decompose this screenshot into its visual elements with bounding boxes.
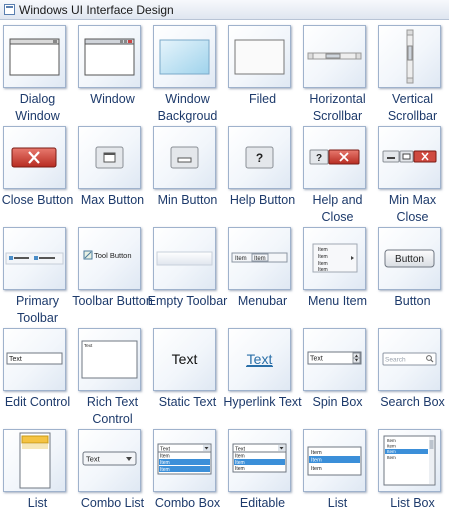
shape-combo-list[interactable]: Text Combo List	[75, 427, 150, 528]
shape-menubar[interactable]: Item Item Menubar	[225, 225, 300, 326]
help-button-icon: ?	[228, 126, 291, 189]
spin-box-icon: Text	[303, 328, 366, 391]
editable-combo-icon: Text Item Item Item	[228, 429, 291, 492]
shape-rich-text-control[interactable]: Text Rich Text Control	[75, 326, 150, 427]
edit-control-icon: Text	[3, 328, 66, 391]
svg-text:Text: Text	[172, 351, 198, 367]
shape-hyperlink-text[interactable]: Text Hyperlink Text	[223, 326, 302, 427]
shape-button[interactable]: Button Button	[375, 225, 449, 326]
shape-horizontal-scrollbar[interactable]: Horizontal Scrollbar	[300, 23, 375, 124]
window-icon	[78, 25, 141, 88]
svg-text:Item: Item	[235, 460, 245, 466]
shape-dialog-window[interactable]: Dialog Window	[0, 23, 75, 124]
svg-text:Item: Item	[311, 458, 322, 464]
svg-text:?: ?	[316, 153, 322, 164]
svg-text:Text: Text	[310, 356, 323, 363]
list-view-icon: Item Item Item	[303, 429, 366, 492]
svg-text:Item: Item	[235, 256, 247, 262]
shape-min-max-close[interactable]: Min Max Close	[375, 124, 449, 225]
shape-window[interactable]: Window	[75, 23, 150, 124]
button-icon: Button	[378, 227, 441, 290]
shape-combo-box[interactable]: Text Item Item Item Combo Box	[150, 427, 225, 528]
horizontal-scrollbar-icon	[303, 25, 366, 88]
svg-text:Item: Item	[160, 460, 170, 466]
shape-filed[interactable]: Filed	[225, 23, 300, 124]
svg-text:Item: Item	[387, 449, 396, 454]
svg-text:Item: Item	[387, 444, 396, 449]
dialog-window-icon	[3, 25, 66, 88]
shape-empty-toolbar[interactable]: Empty Toolbar	[148, 225, 227, 326]
shape-list[interactable]: List	[0, 427, 75, 528]
shape-help-and-close[interactable]: ? Help and Close	[300, 124, 375, 225]
shape-window-background[interactable]: Window Backgroud	[150, 23, 225, 124]
svg-text:Item: Item	[318, 247, 328, 253]
help-and-close-icon: ?	[303, 126, 366, 189]
svg-text:Item: Item	[387, 455, 396, 460]
menu-item-icon: Item Item Item Item	[303, 227, 366, 290]
combo-list-icon: Text	[78, 429, 141, 492]
shape-primary-toolbar[interactable]: Primary Toolbar	[0, 225, 75, 326]
shape-max-button[interactable]: Max Button	[75, 124, 150, 225]
min-button-icon	[153, 126, 216, 189]
svg-text:Item: Item	[318, 254, 328, 260]
svg-text:Text: Text	[9, 356, 22, 363]
empty-toolbar-icon	[153, 227, 216, 290]
svg-text:Item: Item	[318, 267, 328, 273]
shape-search-box[interactable]: Search Search Box	[375, 326, 449, 427]
shape-editable[interactable]: Text Item Item Item Editable	[225, 427, 300, 528]
max-button-icon	[78, 126, 141, 189]
shape-list-box[interactable]: Item Item Item Item List Box	[375, 427, 449, 528]
shape-help-button[interactable]: ? Help Button	[225, 124, 300, 225]
combo-box-icon: Text Item Item Item	[153, 429, 216, 492]
shape-vertical-scrollbar[interactable]: Vertical Scrollbar	[375, 23, 449, 124]
svg-text:Text: Text	[84, 343, 93, 348]
shape-toolbar-button[interactable]: Tool Button Toolbar Button	[72, 225, 153, 326]
search-box-icon: Search	[378, 328, 441, 391]
list-icon	[3, 429, 66, 492]
svg-text:Search: Search	[385, 357, 406, 364]
vertical-scrollbar-icon	[378, 25, 441, 88]
svg-text:?: ?	[256, 151, 263, 165]
hyperlink-text-icon: Text	[228, 328, 291, 391]
shape-spin-box[interactable]: Text Spin Box	[300, 326, 375, 427]
rich-text-control-icon: Text	[78, 328, 141, 391]
palette-title: Windows UI Interface Design	[19, 2, 174, 17]
svg-text:Item: Item	[235, 466, 245, 472]
shape-menu-item[interactable]: Item Item Item Item Menu Item	[300, 225, 375, 326]
shape-edit-control[interactable]: Text Edit Control	[0, 326, 75, 427]
palette-icon	[4, 4, 15, 15]
primary-toolbar-icon	[3, 227, 66, 290]
svg-text:Item: Item	[160, 454, 170, 460]
svg-text:Item: Item	[160, 467, 170, 473]
filed-icon	[228, 25, 291, 88]
toolbar-button-icon: Tool Button	[78, 227, 141, 290]
shape-close-button[interactable]: Close Button	[0, 124, 75, 225]
svg-text:Item: Item	[387, 438, 396, 443]
shape-list-view[interactable]: Item Item Item List	[300, 427, 375, 528]
palette-title-bar: Windows UI Interface Design	[0, 0, 449, 20]
close-button-icon	[3, 126, 66, 189]
svg-text:Item: Item	[311, 466, 322, 472]
svg-text:Tool Button: Tool Button	[94, 251, 132, 260]
window-background-icon	[153, 25, 216, 88]
svg-text:Text: Text	[247, 351, 273, 367]
svg-text:Item: Item	[235, 454, 245, 460]
svg-text:Text: Text	[86, 455, 101, 464]
svg-text:Button: Button	[395, 254, 424, 265]
static-text-icon: Text	[153, 328, 216, 391]
menubar-icon: Item Item	[228, 227, 291, 290]
shape-min-button[interactable]: Min Button	[150, 124, 225, 225]
svg-text:Item: Item	[311, 450, 322, 456]
list-box-icon: Item Item Item Item	[378, 429, 441, 492]
min-max-close-icon	[378, 126, 441, 189]
shape-static-text[interactable]: Text Static Text	[150, 326, 225, 427]
